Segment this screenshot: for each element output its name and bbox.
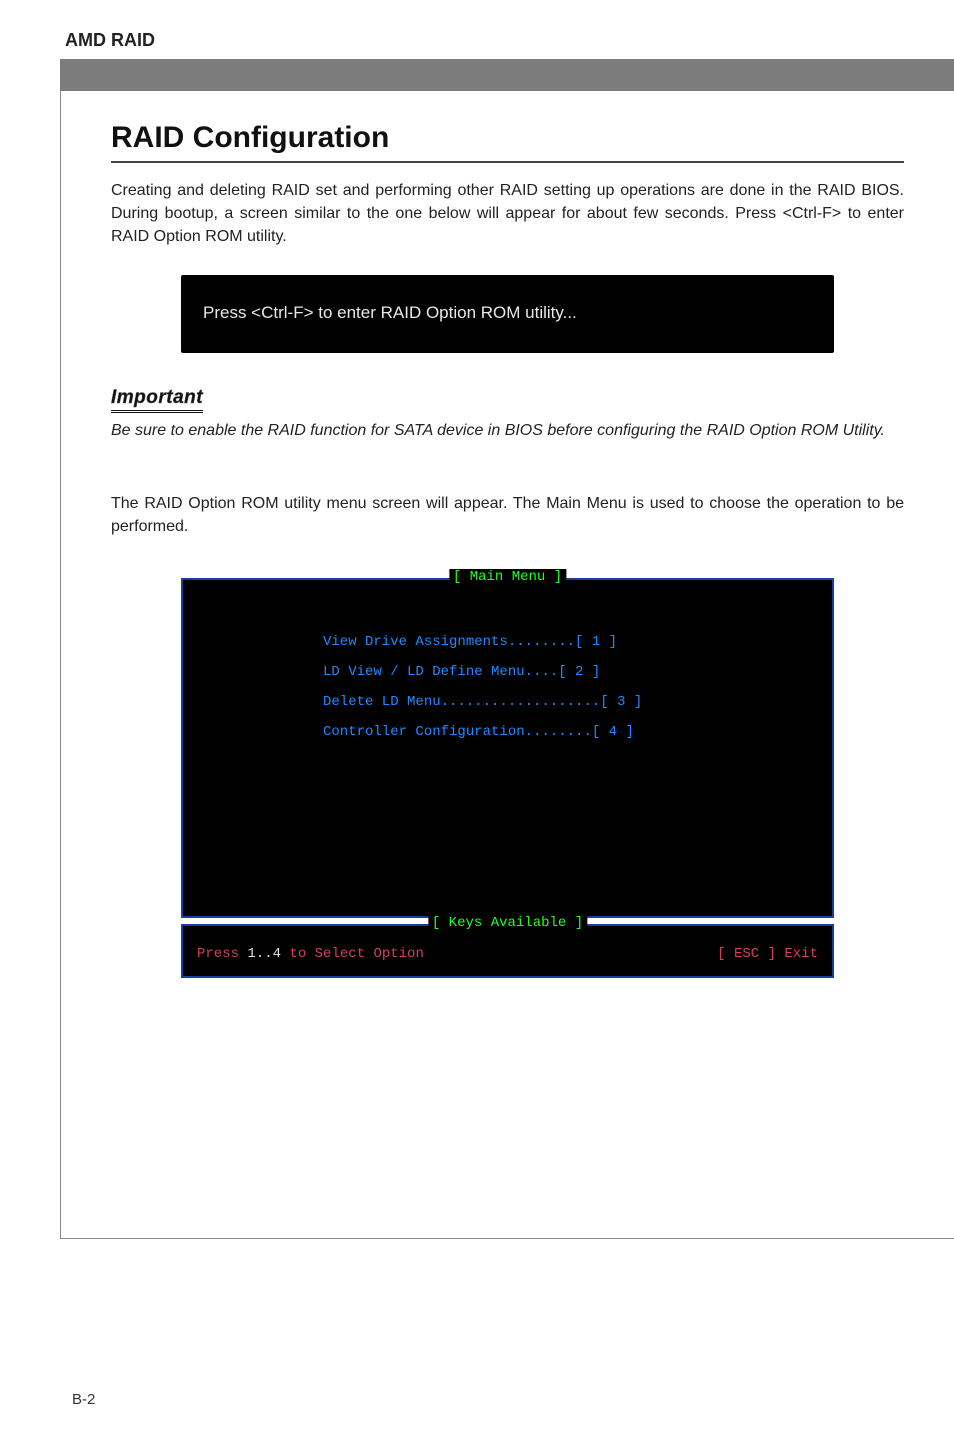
- bios-main-menu-box: [ Main Menu ] View Drive Assignments....…: [181, 578, 834, 918]
- bios-screenshot: [ Main Menu ] View Drive Assignments....…: [181, 578, 834, 978]
- bios-menu-items: View Drive Assignments........[ 1 ] LD V…: [193, 634, 822, 740]
- bootup-prompt-box: Press <Ctrl-F> to enter RAID Option ROM …: [181, 275, 834, 353]
- keys-left-suffix: to Select Option: [281, 946, 424, 962]
- bios-menu-item[interactable]: Controller Configuration........[ 4 ]: [323, 724, 822, 740]
- important-heading: Important: [111, 387, 904, 419]
- keys-left-prefix: Press: [197, 946, 247, 962]
- bios-keys-box: [ Keys Available ] Press 1..4 to Select …: [181, 924, 834, 978]
- bios-keys-row: Press 1..4 to Select Option [ ESC ] Exit: [197, 946, 818, 962]
- page-number: B-2: [72, 1391, 95, 1408]
- followup-paragraph: The RAID Option ROM utility menu screen …: [111, 492, 904, 538]
- content-frame: RAID Configuration Creating and deleting…: [60, 91, 954, 1239]
- important-note-text: Be sure to enable the RAID function for …: [111, 419, 904, 442]
- intro-paragraph: Creating and deleting RAID set and perfo…: [111, 179, 904, 249]
- bios-keys-right: [ ESC ] Exit: [717, 946, 818, 962]
- bios-keys-title: [ Keys Available ]: [428, 915, 587, 931]
- page-header: AMD RAID: [0, 30, 954, 59]
- bios-menu-item[interactable]: Delete LD Menu...................[ 3 ]: [323, 694, 822, 710]
- bootup-prompt-text: Press <Ctrl-F> to enter RAID Option ROM …: [203, 303, 577, 322]
- bios-keys-left: Press 1..4 to Select Option: [197, 946, 424, 962]
- header-divider-bar: [60, 59, 954, 91]
- bios-main-menu-title: [ Main Menu ]: [449, 569, 566, 585]
- keys-left-range: 1..4: [247, 946, 281, 962]
- header-title: AMD RAID: [65, 30, 155, 50]
- section-title: RAID Configuration: [111, 121, 904, 163]
- bios-menu-item[interactable]: View Drive Assignments........[ 1 ]: [323, 634, 822, 650]
- important-label: Important: [111, 387, 203, 413]
- bios-menu-item[interactable]: LD View / LD Define Menu....[ 2 ]: [323, 664, 822, 680]
